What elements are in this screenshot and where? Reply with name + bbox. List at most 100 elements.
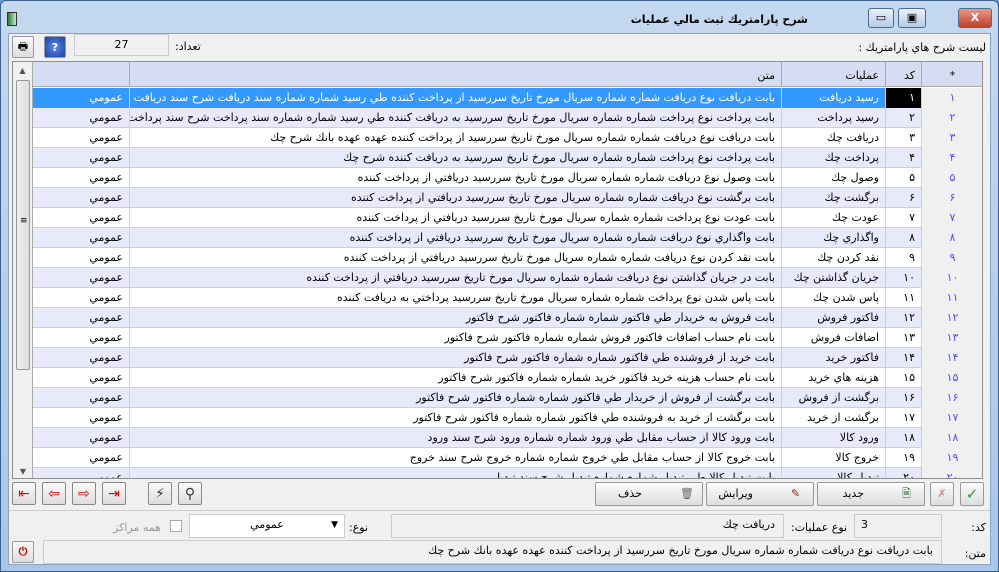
first-record-button[interactable]: ⇤ <box>12 482 36 505</box>
cell-text[interactable]: بابت خريد از فروشنده طي فاكتور شماره شما… <box>130 348 782 368</box>
table-row[interactable]: عمومي بابت فروش به خريدار طي فاكتور شماره… <box>33 308 982 328</box>
cell-type[interactable]: عمومي <box>33 88 130 108</box>
table-row[interactable]: عمومي بابت برگشت از فروش از خريدار طي فاك… <box>33 388 982 408</box>
cell-text[interactable]: بابت برگشت از خريد به فروشنده طي فاكتور … <box>130 408 782 428</box>
table-row[interactable]: عمومي بابت نام حساب هزينه خريد فاكتور خري… <box>33 368 982 388</box>
cell-code[interactable]: ۹ <box>886 248 922 268</box>
cell-code[interactable]: ۱۴ <box>886 348 922 368</box>
next-record-button[interactable]: ⇨ <box>72 482 96 505</box>
cell-op[interactable]: تبديل كالا <box>782 468 886 478</box>
cell-num[interactable]: ۷ <box>922 208 982 228</box>
cell-code[interactable]: ۱۵ <box>886 368 922 388</box>
maximize-button[interactable]: ▣ <box>898 8 926 28</box>
cell-op[interactable]: وصول چك <box>782 168 886 188</box>
cell-op[interactable]: جريان گذاشتن چك <box>782 268 886 288</box>
cell-op[interactable]: خروج كالا <box>782 448 886 468</box>
cell-code[interactable]: ۱۲ <box>886 308 922 328</box>
operation-type-field[interactable]: دريافت چك <box>391 514 784 538</box>
cell-type[interactable]: عمومي <box>33 408 130 428</box>
minimize-button[interactable]: ▭ <box>868 8 894 28</box>
column-header-operation[interactable]: عمليات <box>782 62 886 87</box>
cell-text[interactable]: بابت برگشت از فروش از خريدار طي فاكتور ش… <box>130 388 782 408</box>
print-button[interactable]: 🖶 <box>12 36 34 58</box>
cell-code[interactable]: ۴ <box>886 148 922 168</box>
cell-code[interactable]: ۱۳ <box>886 328 922 348</box>
cell-text[interactable]: بابت خروج كالا از حساب مقابل طي خروج شما… <box>130 448 782 468</box>
cell-num[interactable]: ۳ <box>922 128 982 148</box>
cell-num[interactable]: ۱۲ <box>922 308 982 328</box>
cell-type[interactable]: عمومي <box>33 468 130 478</box>
cell-type[interactable]: عمومي <box>33 308 130 328</box>
cell-code[interactable]: ۵ <box>886 168 922 188</box>
cell-type[interactable]: عمومي <box>33 448 130 468</box>
cell-op[interactable]: هزينه هاي خريد <box>782 368 886 388</box>
cell-text[interactable]: بابت دريافت نوع دريافت شماره شماره سريال… <box>130 128 782 148</box>
cell-type[interactable]: عمومي <box>33 168 130 188</box>
cell-type[interactable]: عمومي <box>33 328 130 348</box>
cell-op[interactable]: رسيد پرداخت <box>782 108 886 128</box>
cell-code[interactable]: ۱۸ <box>886 428 922 448</box>
cell-text[interactable]: بابت نقد كردن نوع دريافت شماره شماره سري… <box>130 248 782 268</box>
cell-num[interactable]: ۲ <box>922 108 982 128</box>
cell-num[interactable]: ۶ <box>922 188 982 208</box>
cell-code[interactable]: ۱۷ <box>886 408 922 428</box>
cell-num[interactable]: ۸ <box>922 228 982 248</box>
cell-type[interactable]: عمومي <box>33 148 130 168</box>
cell-num[interactable]: ۴ <box>922 148 982 168</box>
cell-type[interactable]: عمومي <box>33 128 130 148</box>
cell-text[interactable]: بابت پرداخت نوع پرداخت شماره شماره سريال… <box>130 148 782 168</box>
table-row[interactable]: عمومي بابت خروج كالا از حساب مقابل طي خرو… <box>33 448 982 468</box>
cell-code[interactable]: ۱۹ <box>886 448 922 468</box>
cell-num[interactable]: ۵ <box>922 168 982 188</box>
cell-code[interactable]: ۱۰ <box>886 268 922 288</box>
cell-type[interactable]: عمومي <box>33 108 130 128</box>
cell-op[interactable]: پرداخت چك <box>782 148 886 168</box>
cell-text[interactable]: بابت در جريان گذاشتن نوع دريافت شماره شم… <box>130 268 782 288</box>
table-row[interactable]: عمومي بابت وصول نوع دريافت شماره شماره سر… <box>33 168 982 188</box>
cell-op[interactable]: برگشت چك <box>782 188 886 208</box>
delete-button[interactable]: حذف 🗑 <box>595 482 703 506</box>
cell-num[interactable]: ۱۳ <box>922 328 982 348</box>
table-row[interactable]: عمومي بابت خريد از فروشنده طي فاكتور شمار… <box>33 348 982 368</box>
table-row[interactable]: عمومي بابت ورود كالا از حساب مقابل طي ورو… <box>33 428 982 448</box>
cell-num[interactable]: ۹ <box>922 248 982 268</box>
close-button[interactable]: X <box>958 8 992 28</box>
cell-type[interactable]: عمومي <box>33 388 130 408</box>
column-header-row-number[interactable]: * <box>922 62 982 87</box>
cell-num[interactable]: ۱۰ <box>922 268 982 288</box>
cell-num[interactable]: ۱ <box>922 88 982 108</box>
cell-code[interactable]: ۲ <box>886 108 922 128</box>
cell-text[interactable]: بابت دريافت نوع دريافت شماره شماره سريال… <box>130 88 782 108</box>
cell-text[interactable]: بابت وصول نوع دريافت شماره شماره سريال م… <box>130 168 782 188</box>
table-row[interactable]: عمومي بابت دريافت نوع دريافت شماره شماره … <box>33 128 982 148</box>
table-row[interactable]: عمومي بابت برگشت نوع دريافت شماره شماره س… <box>33 188 982 208</box>
cell-code[interactable]: ۱ <box>886 88 922 108</box>
table-row[interactable]: عمومي بابت برگشت از خريد به فروشنده طي فا… <box>33 408 982 428</box>
cell-type[interactable]: عمومي <box>33 188 130 208</box>
cell-text[interactable]: بابت عودت نوع پرداخت شماره شماره سريال م… <box>130 208 782 228</box>
cell-num[interactable]: ۱۸ <box>922 428 982 448</box>
cell-type[interactable]: عمومي <box>33 228 130 248</box>
cell-op[interactable]: ورود كالا <box>782 428 886 448</box>
cell-text[interactable]: بابت پاس شدن نوع پرداخت شماره شماره سريا… <box>130 288 782 308</box>
cell-text[interactable]: بابت برگشت نوع دريافت شماره شماره سريال … <box>130 188 782 208</box>
type-dropdown[interactable]: عمومي ▼ <box>189 514 345 538</box>
previous-record-button[interactable]: ⇦ <box>42 482 66 505</box>
code-field[interactable]: 3 <box>854 514 942 538</box>
cancel-button[interactable]: ✗ <box>930 482 954 506</box>
table-row[interactable]: عمومي بابت پرداخت نوع پرداخت شماره شماره … <box>33 148 982 168</box>
cell-code[interactable]: ۱۶ <box>886 388 922 408</box>
cell-text[interactable]: بابت تبديل كالا طي تبديل شماره شماره تبد… <box>130 468 782 478</box>
cell-num[interactable]: ۲۰ <box>922 468 982 478</box>
search-button[interactable]: ⚲ <box>178 482 202 505</box>
cell-op[interactable]: رسيد دريافت <box>782 88 886 108</box>
edit-button[interactable]: ويرايش ✎ <box>706 482 814 506</box>
cell-op[interactable]: فاكتور خريد <box>782 348 886 368</box>
cell-text[interactable]: بابت ورود كالا از حساب مقابل طي ورود شما… <box>130 428 782 448</box>
cell-type[interactable]: عمومي <box>33 268 130 288</box>
cell-type[interactable]: عمومي <box>33 348 130 368</box>
table-row[interactable]: عمومي بابت واگذاري نوع دريافت شماره شماره… <box>33 228 982 248</box>
cell-op[interactable]: پاس شدن چك <box>782 288 886 308</box>
vertical-scrollbar[interactable]: ▲ ≡ ▼ <box>13 62 33 478</box>
scroll-up-icon[interactable]: ▲ <box>13 66 32 75</box>
